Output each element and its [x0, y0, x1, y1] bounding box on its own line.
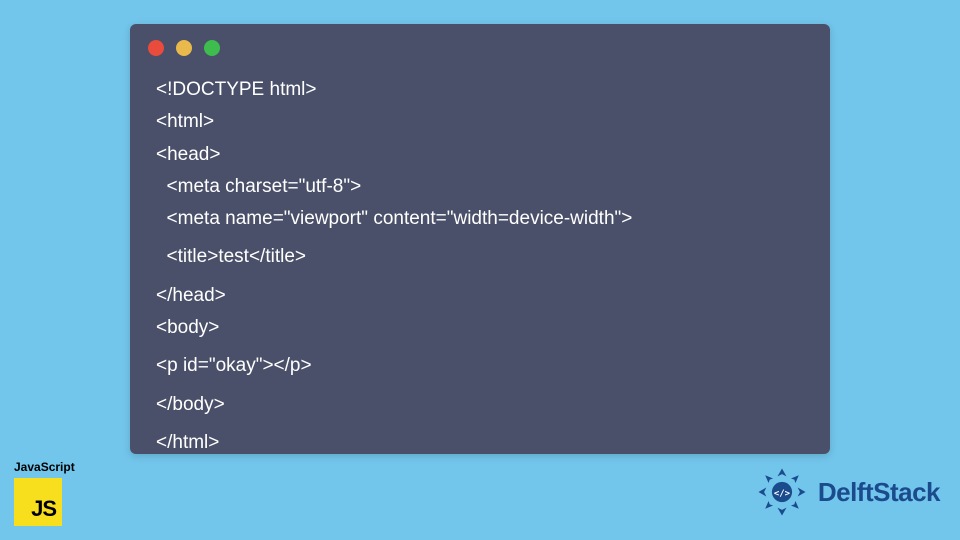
code-line: </html>: [156, 427, 804, 459]
code-line: <head>: [156, 139, 804, 171]
traffic-lights: [130, 24, 830, 68]
code-line: <p id="okay"></p>: [156, 350, 804, 382]
delftstack-text: DelftStack: [818, 477, 940, 508]
svg-text:</>: </>: [774, 489, 790, 499]
close-icon[interactable]: [148, 40, 164, 56]
maximize-icon[interactable]: [204, 40, 220, 56]
delftstack-badge: </> DelftStack: [754, 464, 940, 520]
code-body: <!DOCTYPE html> <html> <head> <meta char…: [130, 68, 830, 479]
code-line: </body>: [156, 389, 804, 421]
minimize-icon[interactable]: [176, 40, 192, 56]
javascript-label: JavaScript: [14, 460, 75, 474]
javascript-badge: JavaScript JS: [14, 460, 75, 526]
code-window: <!DOCTYPE html> <html> <head> <meta char…: [130, 24, 830, 454]
javascript-logo-text: JS: [31, 496, 56, 522]
code-line: <!DOCTYPE html>: [156, 74, 804, 106]
code-line: <html>: [156, 106, 804, 138]
code-line: <body>: [156, 312, 804, 344]
javascript-logo-icon: JS: [14, 478, 62, 526]
code-line: </head>: [156, 280, 804, 312]
code-line: <meta name="viewport" content="width=dev…: [156, 203, 804, 235]
code-line: <meta charset="utf-8">: [156, 171, 804, 203]
delftstack-logo-icon: </>: [754, 464, 810, 520]
code-line: <title>test</title>: [156, 241, 804, 273]
